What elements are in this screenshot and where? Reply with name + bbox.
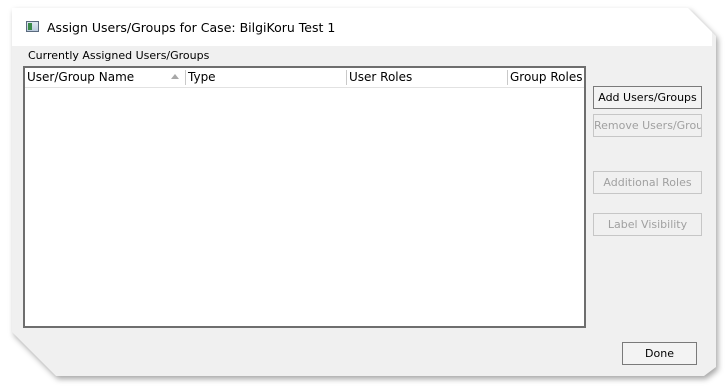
remove-users-groups-button[interactable]: Remove Users/Groups [593,114,702,137]
screenshot-stage: Assign Users/Groups for Case: BilgiKoru … [0,0,725,389]
list-header: User/Group Name Type User Roles Group Ro… [25,68,584,88]
column-label: Type [188,70,216,84]
column-header-group-roles[interactable]: Group Roles [508,68,584,87]
done-button[interactable]: Done [622,342,697,365]
dialog-shadow: Assign Users/Groups for Case: BilgiKoru … [0,0,725,389]
title-bar: Assign Users/Groups for Case: BilgiKoru … [12,8,712,46]
column-header-user-roles[interactable]: User Roles [347,68,507,87]
column-header-user-group-name[interactable]: User/Group Name [25,68,185,87]
assigned-users-list[interactable]: User/Group Name Type User Roles Group Ro… [23,66,586,328]
window-title: Assign Users/Groups for Case: BilgiKoru … [47,20,336,35]
assigned-users-groups-label: Currently Assigned Users/Groups [28,49,210,62]
column-header-type[interactable]: Type [186,68,346,87]
label-visibility-button[interactable]: Label Visibility [593,213,702,236]
column-label: User Roles [349,70,413,84]
sort-ascending-icon [171,74,179,79]
additional-roles-button[interactable]: Additional Roles [593,171,702,194]
add-users-groups-button[interactable]: Add Users/Groups [593,86,702,109]
app-window-icon [26,21,39,32]
column-label: Group Roles [510,70,583,84]
assign-users-dialog: Assign Users/Groups for Case: BilgiKoru … [12,8,716,376]
column-label: User/Group Name [27,70,135,84]
